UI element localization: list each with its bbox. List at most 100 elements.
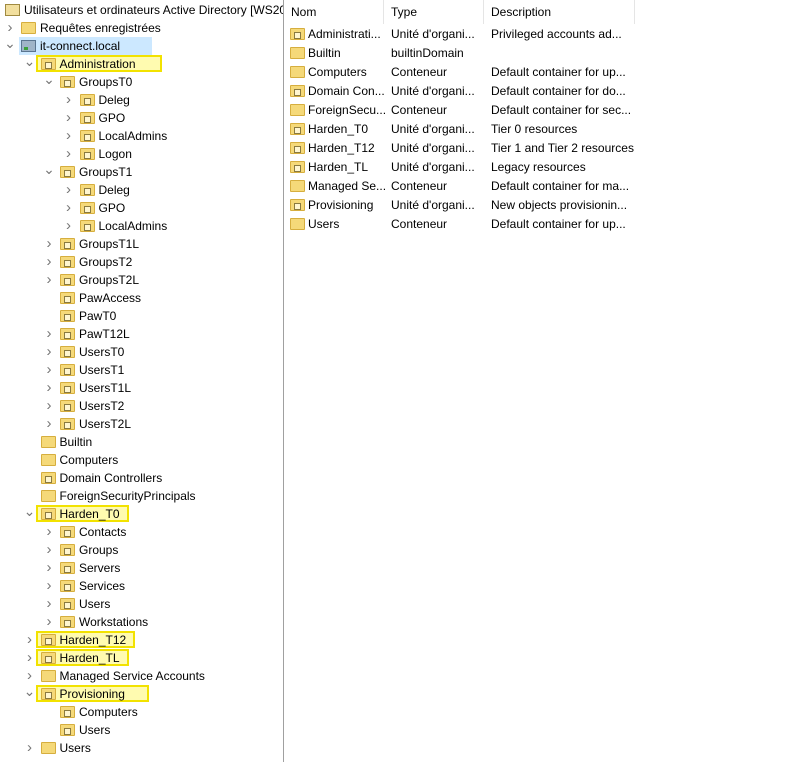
tree-node[interactable]: ⌄ Harden_T0 xyxy=(0,504,283,523)
chevron-down-icon[interactable]: ⌄ xyxy=(24,684,36,703)
tree-node[interactable]: › LocalAdmins xyxy=(0,217,283,235)
cell-type: Unité d'organi... xyxy=(391,160,475,174)
chevron-right-icon[interactable]: › xyxy=(43,379,55,397)
chevron-right-icon[interactable]: › xyxy=(43,325,55,343)
tree-node[interactable]: › Servers xyxy=(0,559,283,577)
tree-node[interactable]: ⌄ GroupsT1 xyxy=(0,162,283,181)
chevron-right-icon[interactable]: › xyxy=(24,631,36,649)
tree-node-label: Servers xyxy=(79,561,121,575)
tree-node[interactable]: › Deleg xyxy=(0,181,283,199)
tree-node[interactable]: › Workstations xyxy=(0,613,283,631)
list-row[interactable]: Managed Se... Conteneur Default container … xyxy=(284,177,635,195)
chevron-down-icon[interactable]: ⌄ xyxy=(24,504,36,523)
cell-type: Unité d'organi... xyxy=(391,84,475,98)
details-list[interactable]: Nom Type Description Administrati... Unit… xyxy=(284,0,800,762)
chevron-right-icon[interactable]: › xyxy=(63,181,75,199)
tree-node[interactable]: ⌄ GroupsT0 xyxy=(0,72,283,91)
tree-node[interactable]: › GPO xyxy=(0,109,283,127)
chevron-right-icon[interactable]: › xyxy=(63,217,75,235)
list-row[interactable]: Domain Con... Unité d'organi... Default co… xyxy=(284,82,635,100)
list-row[interactable]: Users Conteneur Default container for up..… xyxy=(284,215,635,233)
tree-node[interactable]: › Requêtes enregistrées xyxy=(0,19,283,37)
tree-node[interactable]: › Managed Service Accounts xyxy=(0,667,283,685)
chevron-right-icon[interactable]: › xyxy=(43,343,55,361)
list-row[interactable]: ForeignSecu... Conteneur Default container… xyxy=(284,101,635,119)
chevron-right-icon[interactable]: › xyxy=(63,145,75,163)
domain-icon xyxy=(21,40,36,52)
list-row[interactable]: Harden_T0 Unité d'organi... Tier 0 resourc… xyxy=(284,120,635,138)
tree-node[interactable]: ForeignSecurityPrincipals xyxy=(0,487,283,505)
cell-name: Computers xyxy=(308,65,367,79)
column-header-name[interactable]: Nom xyxy=(284,0,384,24)
tree-node[interactable]: › Groups xyxy=(0,541,283,559)
chevron-right-icon[interactable]: › xyxy=(43,559,55,577)
tree-node[interactable]: ⌄ Provisioning xyxy=(0,684,283,703)
ou-folder-icon xyxy=(60,598,75,610)
chevron-right-icon[interactable]: › xyxy=(43,361,55,379)
chevron-right-icon[interactable]: › xyxy=(24,739,36,757)
tree-node[interactable]: Users xyxy=(0,721,283,739)
chevron-right-icon[interactable]: › xyxy=(43,397,55,415)
tree-node[interactable]: › Harden_TL xyxy=(0,649,283,667)
tree-node[interactable]: › GPO xyxy=(0,199,283,217)
chevron-right-icon[interactable]: › xyxy=(43,253,55,271)
tree-node[interactable]: › Harden_T12 xyxy=(0,631,283,649)
tree-node[interactable]: › GroupsT1L xyxy=(0,235,283,253)
tree-node[interactable]: › UsersT1 xyxy=(0,361,283,379)
tree-node[interactable]: › Users xyxy=(0,739,283,757)
chevron-right-icon[interactable]: › xyxy=(43,415,55,433)
column-header-description[interactable]: Description xyxy=(484,0,635,24)
tree-node-label: Users xyxy=(59,741,91,755)
ou-folder-icon xyxy=(40,58,56,70)
column-header-type[interactable]: Type xyxy=(384,0,484,24)
chevron-right-icon[interactable]: › xyxy=(63,199,75,217)
tree-node-label: UsersT1L xyxy=(79,381,132,395)
list-row[interactable]: Provisioning Unité d'organi... New objects… xyxy=(284,196,635,214)
tree-node[interactable]: › Deleg xyxy=(0,91,283,109)
console-tree[interactable]: Utilisateurs et ordinateurs Active Direc… xyxy=(0,0,283,762)
tree-node[interactable]: › Services xyxy=(0,577,283,595)
cell-name: Provisioning xyxy=(308,198,374,212)
chevron-right-icon[interactable]: › xyxy=(63,109,75,127)
list-row[interactable]: Computers Conteneur Default container for … xyxy=(284,63,635,81)
chevron-right-icon[interactable]: › xyxy=(43,541,55,559)
chevron-right-icon[interactable]: › xyxy=(24,649,36,667)
list-row[interactable]: Administrati... Unité d'organi... Privileg… xyxy=(284,25,635,43)
chevron-down-icon[interactable]: ⌄ xyxy=(43,72,55,91)
chevron-down-icon[interactable]: ⌄ xyxy=(4,36,16,55)
tree-node[interactable]: › LocalAdmins xyxy=(0,127,283,145)
tree-node[interactable]: PawAccess xyxy=(0,289,283,307)
tree-node[interactable]: ⌄ it-connect.local xyxy=(0,36,283,55)
chevron-right-icon[interactable]: › xyxy=(63,127,75,145)
tree-node[interactable]: › GroupsT2 xyxy=(0,253,283,271)
tree-node[interactable]: PawT0 xyxy=(0,307,283,325)
tree-node[interactable]: › GroupsT2L xyxy=(0,271,283,289)
ou-folder-icon xyxy=(290,28,305,40)
chevron-right-icon[interactable]: › xyxy=(43,613,55,631)
tree-node-label: it-connect.local xyxy=(40,39,121,53)
tree-node[interactable]: › UsersT1L xyxy=(0,379,283,397)
tree-node[interactable]: › UsersT2 xyxy=(0,397,283,415)
tree-root[interactable]: Utilisateurs et ordinateurs Active Direc… xyxy=(0,1,283,19)
chevron-down-icon[interactable]: ⌄ xyxy=(24,54,36,73)
list-row[interactable]: Builtin builtinDomain xyxy=(284,44,635,62)
list-row[interactable]: Harden_TL Unité d'organi... Legacy resourc… xyxy=(284,158,635,176)
tree-node[interactable]: Domain Controllers xyxy=(0,469,283,487)
chevron-right-icon[interactable]: › xyxy=(43,595,55,613)
ou-folder-icon xyxy=(60,238,75,250)
tree-node[interactable]: Builtin xyxy=(0,433,283,451)
tree-node[interactable]: › UsersT2L xyxy=(0,415,283,433)
chevron-right-icon[interactable]: › xyxy=(43,271,55,289)
tree-node[interactable]: › PawT12L xyxy=(0,325,283,343)
chevron-right-icon[interactable]: › xyxy=(43,523,55,541)
chevron-right-icon[interactable]: › xyxy=(43,235,55,253)
chevron-down-icon[interactable]: ⌄ xyxy=(43,162,55,181)
tree-node[interactable]: › Users xyxy=(0,595,283,613)
chevron-right-icon[interactable]: › xyxy=(63,91,75,109)
tree-node[interactable]: › Contacts xyxy=(0,523,283,541)
chevron-right-icon[interactable]: › xyxy=(43,577,55,595)
list-row[interactable]: Harden_T12 Unité d'organi... Tier 1 and Ti… xyxy=(284,139,635,157)
tree-node[interactable]: Computers xyxy=(0,451,283,469)
tree-node[interactable]: Computers xyxy=(0,703,283,721)
tree-node[interactable]: › UsersT0 xyxy=(0,343,283,361)
